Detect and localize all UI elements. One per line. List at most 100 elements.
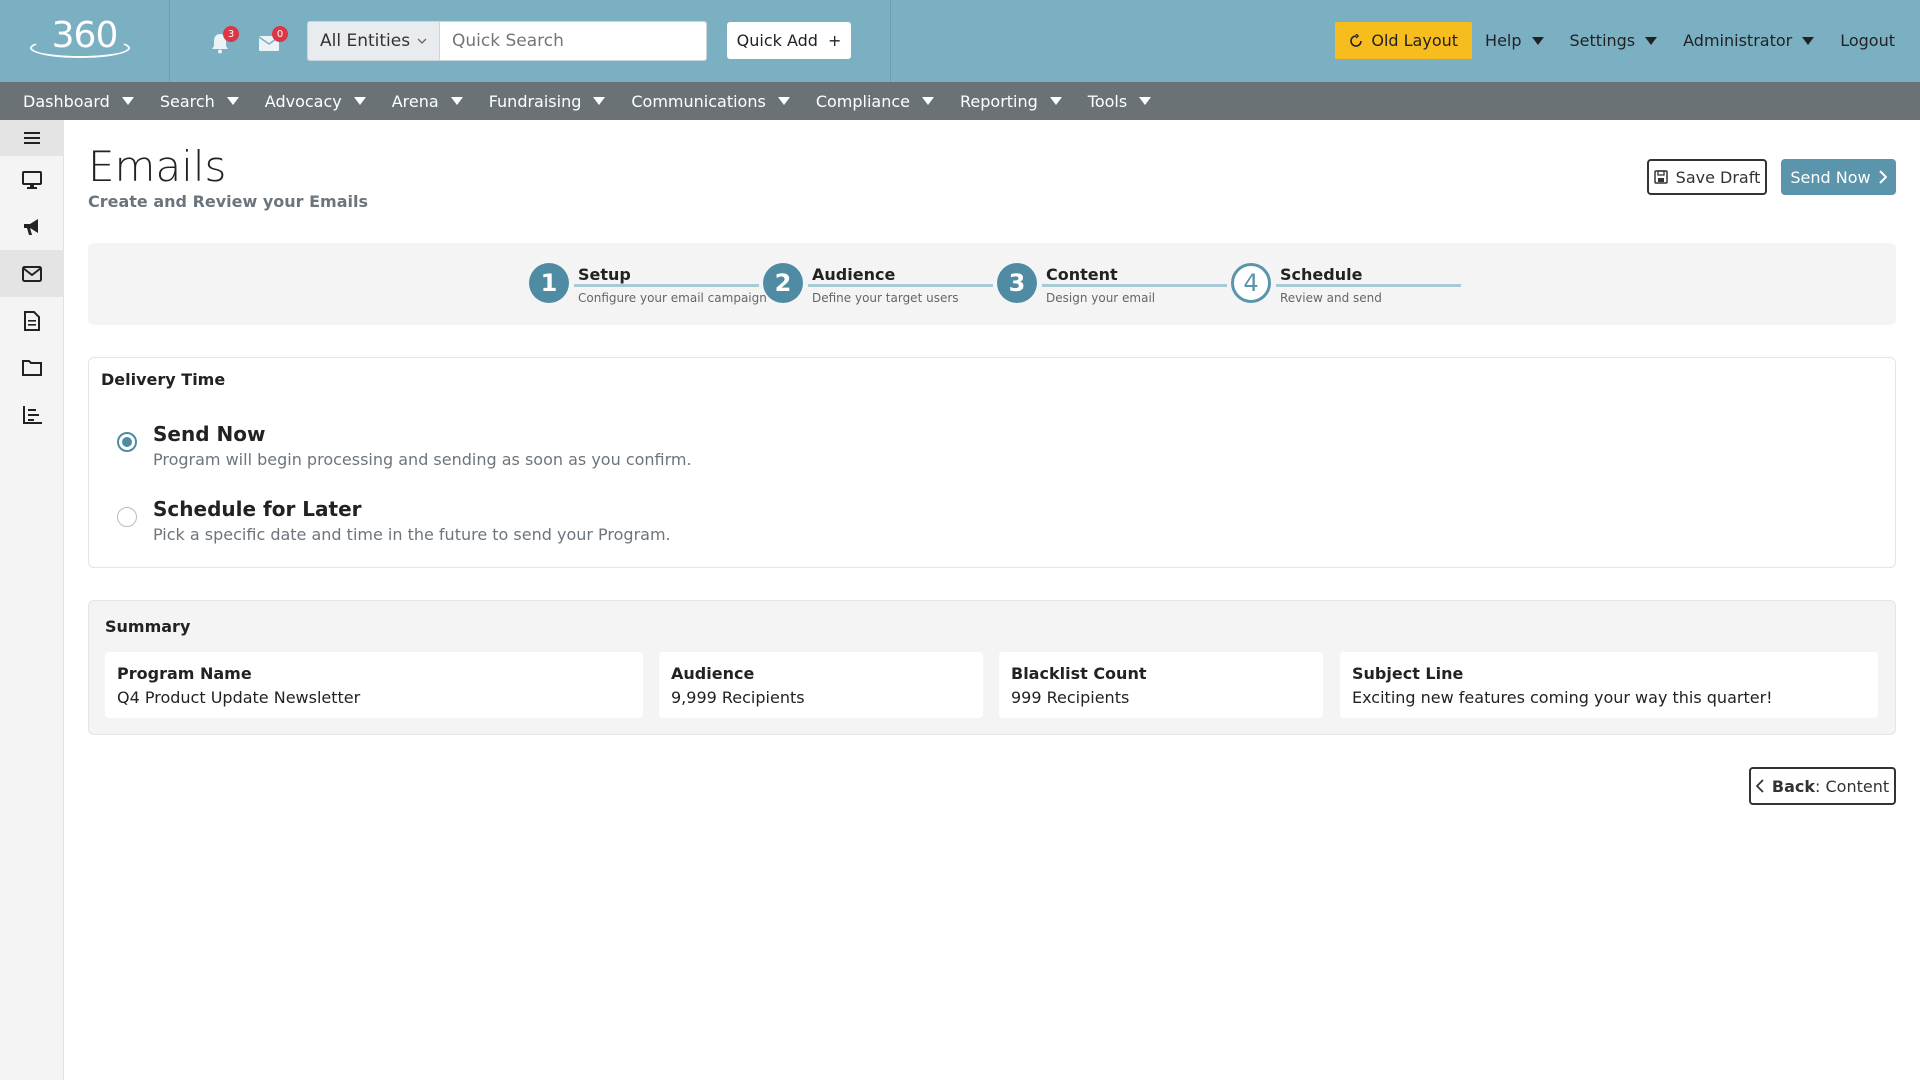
header-divider (890, 0, 891, 82)
header-right-menu: Old Layout Help Settings Administrator L… (1335, 22, 1908, 59)
nav-fundraising[interactable]: Fundraising (489, 92, 606, 111)
chevron-right-icon (1878, 170, 1887, 184)
summary-card-value: Q4 Product Update Newsletter (117, 688, 361, 707)
administrator-menu[interactable]: Administrator (1670, 22, 1827, 59)
sidebar-toggle[interactable] (0, 120, 64, 156)
quick-add-label: Quick Add (736, 31, 818, 50)
sidebar-item-dashboard[interactable] (0, 156, 64, 203)
step-description: Review and send (1280, 291, 1382, 305)
entity-select[interactable]: All Entities (307, 21, 440, 61)
save-draft-label: Save Draft (1675, 167, 1761, 187)
page-title: Emails (88, 142, 227, 191)
step-title: Audience (812, 265, 896, 284)
option-description: Program will begin processing and sendin… (153, 450, 692, 469)
nav-label: Search (159, 91, 215, 111)
step-connector (574, 284, 759, 287)
step-description: Design your email (1046, 291, 1156, 305)
back-content-button[interactable]: Back: Content (1749, 767, 1896, 805)
nav-compliance[interactable]: Compliance (816, 92, 935, 111)
quick-add-button[interactable]: Quick Add + (727, 22, 851, 59)
step-title: Schedule (1280, 265, 1363, 284)
nav-label: Dashboard (23, 91, 110, 111)
quick-search-input[interactable] (440, 21, 707, 61)
step-content[interactable]: 3 Content Design your email (997, 263, 1231, 307)
old-layout-label: Old Layout (1371, 31, 1459, 50)
messages-badge: 0 (272, 26, 288, 42)
delivery-time-label: Delivery Time (101, 370, 226, 389)
step-connector (1042, 284, 1227, 287)
summary-label: Summary (105, 617, 191, 636)
administrator-menu-label: Administrator (1683, 31, 1793, 50)
sidebar-item-files[interactable] (0, 344, 64, 391)
step-audience[interactable]: 2 Audience Define your target users (763, 263, 997, 307)
caret-down-icon (1645, 36, 1658, 45)
logo[interactable]: 360 (0, 0, 170, 82)
save-draft-button[interactable]: Save Draft (1647, 159, 1767, 195)
nav-advocacy[interactable]: Advocacy (265, 92, 366, 111)
nav-label: Reporting (960, 91, 1038, 111)
save-icon (1653, 170, 1668, 184)
chevron-down-icon (417, 38, 427, 44)
nav-dashboard[interactable]: Dashboard (23, 92, 134, 111)
help-menu[interactable]: Help (1472, 22, 1556, 59)
step-schedule[interactable]: 4 Schedule Review and send (1231, 263, 1465, 307)
refresh-icon (1350, 33, 1363, 47)
nav-arena[interactable]: Arena (392, 92, 463, 111)
summary-card-value: 9,999 Recipients (671, 688, 805, 707)
document-icon (24, 310, 40, 331)
summary-panel: Summary Program Name Q4 Product Update N… (88, 600, 1896, 735)
monitor-icon (22, 170, 42, 189)
summary-card-program-name: Program Name Q4 Product Update Newslette… (105, 652, 643, 718)
schedule-later-radio[interactable] (117, 507, 137, 527)
step-connector (808, 284, 993, 287)
sidebar-item-reports[interactable] (0, 391, 64, 438)
old-layout-button[interactable]: Old Layout (1335, 22, 1473, 59)
notifications-button[interactable]: 3 (207, 26, 239, 56)
send-now-radio[interactable] (117, 432, 137, 452)
top-header: 360 3 0 All Entities Quick Add + (0, 0, 1920, 82)
nav-communications[interactable]: Communications (631, 92, 790, 111)
caret-down-icon (1049, 97, 1062, 105)
caret-down-icon (1531, 36, 1544, 45)
step-number: 2 (763, 263, 803, 303)
nav-tools[interactable]: Tools (1088, 92, 1152, 111)
step-connector (1276, 284, 1461, 287)
summary-card-audience: Audience 9,999 Recipients (659, 652, 983, 718)
nav-search[interactable]: Search (160, 92, 239, 111)
sidebar-item-documents[interactable] (0, 297, 64, 344)
search-group: All Entities (307, 21, 707, 61)
sidebar-item-advocacy[interactable] (0, 203, 64, 250)
logout-link[interactable]: Logout (1827, 22, 1908, 59)
summary-card-label: Audience (671, 664, 755, 683)
chevron-left-icon (1755, 779, 1764, 793)
option-description: Pick a specific date and time in the fut… (153, 525, 671, 544)
logo-text: 360 (51, 14, 119, 56)
page-subtitle: Create and Review your Emails (88, 192, 369, 211)
step-setup[interactable]: 1 Setup Configure your email campaign (529, 263, 767, 307)
notifications-badge: 3 (223, 26, 239, 42)
nav-reporting[interactable]: Reporting (960, 92, 1062, 111)
send-now-label: Send Now (1790, 167, 1871, 187)
settings-menu[interactable]: Settings (1557, 22, 1671, 59)
entity-select-value: All Entities (320, 31, 411, 51)
summary-card-value: 999 Recipients (1011, 688, 1130, 707)
caret-down-icon (121, 97, 134, 105)
nav-label: Advocacy (264, 91, 342, 111)
send-now-button[interactable]: Send Now (1781, 159, 1896, 195)
megaphone-icon (24, 218, 38, 235)
back-bold-label: Back (1771, 776, 1815, 796)
sidebar (0, 120, 64, 1080)
summary-card-value: Exciting new features coming your way th… (1352, 688, 1773, 707)
settings-menu-label: Settings (1569, 31, 1636, 50)
caret-down-icon (1139, 97, 1152, 105)
menu-icon (24, 132, 40, 144)
caret-down-icon (226, 97, 239, 105)
messages-button[interactable]: 0 (256, 26, 288, 56)
mail-icon (22, 265, 42, 282)
caret-down-icon (1802, 36, 1815, 45)
sidebar-item-emails[interactable] (0, 250, 64, 297)
plus-icon: + (827, 31, 842, 50)
caret-down-icon (922, 97, 935, 105)
main-nav: Dashboard Search Advocacy Arena Fundrais… (0, 82, 1920, 120)
summary-card-subject-line: Subject Line Exciting new features comin… (1340, 652, 1878, 718)
